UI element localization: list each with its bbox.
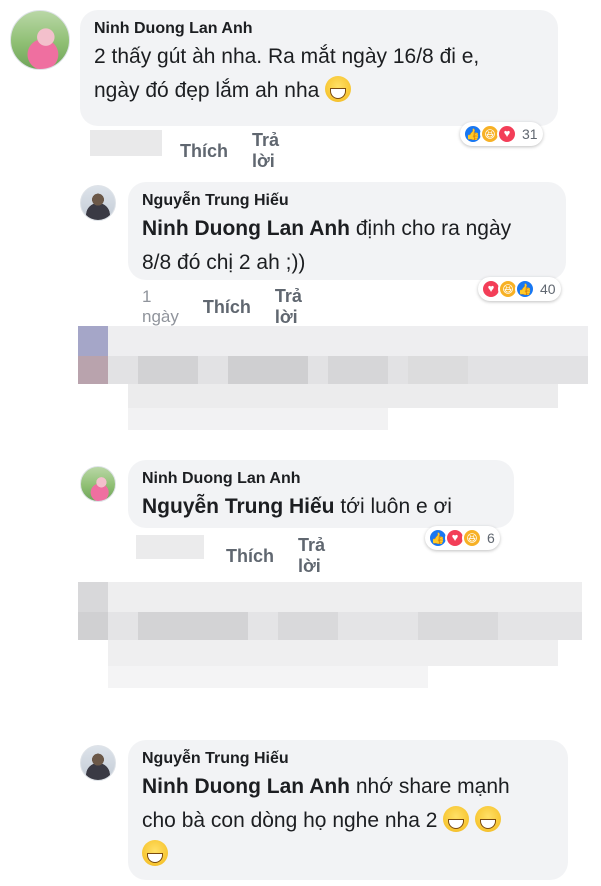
love-icon: ♥ <box>497 124 517 144</box>
reactions-summary[interactable]: 👍 ♥ 😆 6 <box>425 526 500 550</box>
grinning-emoji-icon <box>443 806 470 832</box>
comment-author[interactable]: Ninh Duong Lan Anh <box>142 468 500 490</box>
reaction-count: 6 <box>487 530 495 546</box>
blurred-content <box>78 326 588 436</box>
mention-link[interactable]: Ninh Duong Lan Anh <box>142 775 350 798</box>
comment-bubble: Ninh Duong Lan Anh Nguyễn Trung Hiếu tới… <box>128 460 514 528</box>
comment-bubble: Ninh Duong Lan Anh 2 thấy gút àh nha. Ra… <box>80 10 558 126</box>
comment-bubble: Nguyễn Trung Hiếu Ninh Duong Lan Anh nhớ… <box>128 740 568 880</box>
avatar[interactable] <box>80 185 116 221</box>
like-icon: 👍 <box>515 279 535 299</box>
like-link[interactable]: Thích <box>180 141 228 162</box>
comment-text: Ninh Duong Lan Anh định cho ra ngày 8/8 … <box>142 217 512 274</box>
comment-author[interactable]: Nguyễn Trung Hiếu <box>142 190 552 212</box>
reply-link[interactable]: Trả lời <box>275 286 302 328</box>
grinning-squint-emoji-icon <box>325 76 352 102</box>
grinning-emoji-icon <box>142 840 168 866</box>
like-link[interactable]: Thích <box>226 546 274 567</box>
comment-author[interactable]: Ninh Duong Lan Anh <box>94 18 544 40</box>
avatar[interactable] <box>10 10 70 70</box>
reaction-count: 40 <box>540 281 556 297</box>
blurred-timestamp <box>136 535 204 559</box>
like-link[interactable]: Thích <box>203 297 251 318</box>
reply-link[interactable]: Trả lời <box>252 130 279 172</box>
avatar[interactable] <box>80 745 116 781</box>
comment-author[interactable]: Nguyễn Trung Hiếu <box>142 748 554 770</box>
comment-time[interactable]: 1 ngày <box>142 287 179 327</box>
blurred-content <box>78 582 582 692</box>
reactions-summary[interactable]: ♥ 😆 👍 40 <box>478 277 561 301</box>
comment-text: Ninh Duong Lan Anh nhớ share mạnh cho bà… <box>142 770 554 872</box>
reaction-count: 31 <box>522 126 538 142</box>
blurred-timestamp <box>90 130 162 156</box>
comment-text: Nguyễn Trung Hiếu tới luôn e ơi <box>142 495 452 518</box>
avatar[interactable] <box>80 466 116 502</box>
mention-link[interactable]: Nguyễn Trung Hiếu <box>142 495 335 518</box>
comment-actions: Thích Trả lời <box>226 535 325 577</box>
comment-bubble: Nguyễn Trung Hiếu Ninh Duong Lan Anh địn… <box>128 182 566 280</box>
comment-text: 2 thấy gút àh nha. Ra mắt ngày 16/8 đi e… <box>94 45 480 102</box>
reactions-summary[interactable]: 👍 😆 ♥ 31 <box>460 122 543 146</box>
grinning-emoji-icon <box>475 806 502 832</box>
haha-icon: 😆 <box>462 528 482 548</box>
reply-link[interactable]: Trả lời <box>298 535 325 577</box>
mention-link[interactable]: Ninh Duong Lan Anh <box>142 217 350 240</box>
comment-actions: Thích Trả lời <box>180 130 279 172</box>
comment-actions: 1 ngày Thích Trả lời <box>142 286 302 328</box>
